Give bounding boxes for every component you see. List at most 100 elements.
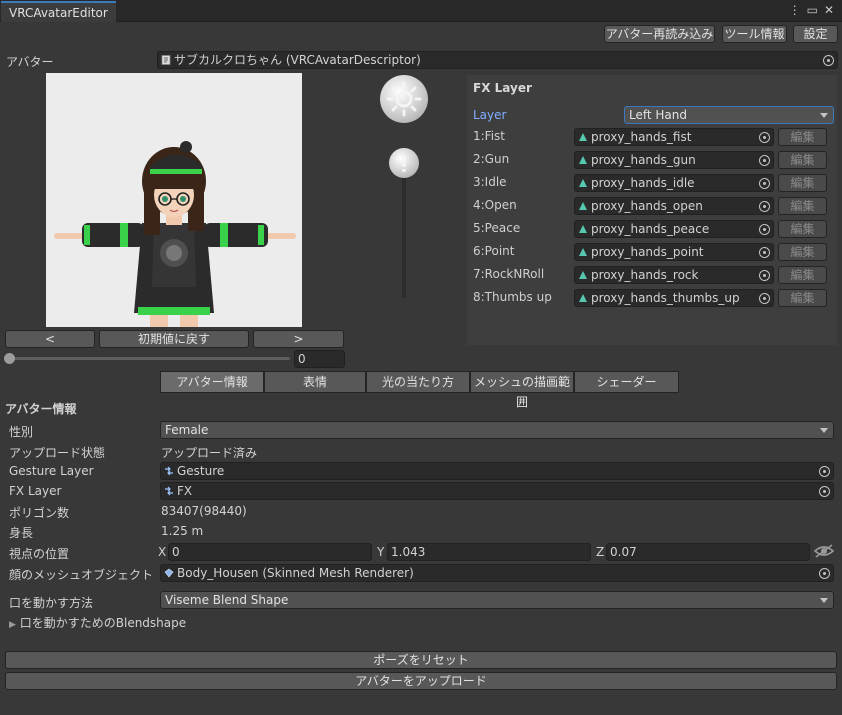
fx-row-animation-field[interactable]: proxy_hands_rock (574, 266, 774, 284)
avatar-preview[interactable] (46, 73, 302, 327)
exclamation-icon (402, 155, 406, 172)
face-mesh-field[interactable]: Body_Housen (Skinned Mesh Renderer) (160, 564, 834, 582)
upload-status-label: アップロード状態 (9, 446, 106, 460)
fx-row-animation-value: proxy_hands_rock (591, 268, 699, 282)
object-picker-icon[interactable] (759, 270, 770, 281)
light-direction-control[interactable] (380, 75, 428, 123)
prev-button[interactable]: < (5, 330, 95, 348)
animation-clip-icon (579, 179, 587, 187)
object-picker-icon[interactable] (759, 132, 770, 143)
fx-row-edit-button[interactable]: 編集 (778, 197, 827, 215)
close-icon[interactable]: ✕ (824, 3, 834, 17)
tab-avatar-info[interactable]: アバター情報 (160, 371, 264, 393)
fx-row-animation-value: proxy_hands_gun (591, 153, 696, 167)
more-options-icon[interactable]: ⋮ (789, 3, 801, 17)
fx-layer-field-value: FX (177, 484, 193, 498)
animation-clip-icon (579, 271, 587, 279)
chevron-right-icon: ▶ (9, 620, 16, 630)
fx-row-animation-field[interactable]: proxy_hands_fist (574, 128, 774, 146)
animation-clip-icon (579, 202, 587, 210)
avatar-image (54, 141, 296, 327)
tab-lighting[interactable]: 光の当たり方 (366, 371, 470, 393)
fx-row-label: 6:Point (473, 244, 515, 258)
fx-row-label: 4:Open (473, 198, 517, 212)
preview-slider-thumb[interactable] (4, 353, 15, 364)
avatar-object-value: サブカルクロちゃん (VRCAvatarDescriptor) (174, 53, 421, 67)
fx-row-animation-value: proxy_hands_thumbs_up (591, 291, 740, 305)
fx-row-edit-button[interactable]: 編集 (778, 243, 827, 261)
eye-hidden-icon[interactable] (813, 543, 835, 559)
fx-row-edit-button[interactable]: 編集 (778, 220, 827, 238)
fx-row-animation-field[interactable]: proxy_hands_thumbs_up (574, 289, 774, 307)
avatar-object-field[interactable]: サブカルクロちゃん (VRCAvatarDescriptor) (157, 51, 838, 69)
gender-label: 性別 (9, 425, 34, 439)
polygon-value: 83407(98440) (161, 504, 247, 518)
fx-row-label: 7:RockNRoll (473, 267, 545, 281)
vertical-slider-track[interactable] (402, 164, 406, 298)
fx-row-animation-field[interactable]: proxy_hands_idle (574, 174, 774, 192)
fx-row-animation-field[interactable]: proxy_hands_peace (574, 220, 774, 238)
script-icon (161, 55, 171, 65)
object-picker-icon[interactable] (759, 247, 770, 258)
preview-slider-track[interactable] (8, 357, 290, 360)
reset-pose-button[interactable]: ポーズをリセット (5, 651, 837, 669)
reload-avatar-button[interactable]: アバター再読み込み (604, 25, 715, 43)
gesture-layer-label: Gesture Layer (9, 464, 94, 478)
window-tab[interactable]: VRCAvatarEditor (1, 1, 116, 22)
fx-row-animation-value: proxy_hands_peace (591, 222, 710, 236)
next-button[interactable]: > (253, 330, 344, 348)
gender-value: Female (165, 423, 209, 437)
fx-row-label: 1:Fist (473, 129, 505, 143)
fx-row-animation-field[interactable]: proxy_hands_open (574, 197, 774, 215)
chevron-down-icon (820, 113, 828, 118)
gender-dropdown[interactable]: Female (160, 421, 834, 439)
preview-slider-value[interactable]: 0 (294, 350, 345, 368)
vertical-slider-thumb[interactable] (389, 148, 419, 178)
settings-button[interactable]: 設定 (793, 25, 838, 43)
title-bar (0, 0, 842, 22)
upload-avatar-button[interactable]: アバターをアップロード (5, 672, 837, 690)
fx-row-edit-button[interactable]: 編集 (778, 151, 827, 169)
animation-clip-icon (579, 294, 587, 302)
gesture-layer-field[interactable]: Gesture (160, 462, 834, 480)
blendshape-foldout[interactable]: ▶ 口を動かすためのBlendshape (9, 614, 186, 631)
viewpoint-y-field[interactable]: 1.043 (387, 543, 591, 561)
object-picker-icon[interactable] (759, 224, 770, 235)
fx-panel-title: FX Layer (473, 81, 532, 95)
fx-row-edit-button[interactable]: 編集 (778, 289, 827, 307)
object-picker-icon[interactable] (759, 201, 770, 212)
object-picker-icon[interactable] (759, 155, 770, 166)
fx-row-animation-field[interactable]: proxy_hands_gun (574, 151, 774, 169)
viewpoint-label: 視点の位置 (9, 547, 70, 561)
lipsync-value: Viseme Blend Shape (165, 593, 289, 607)
gesture-layer-value: Gesture (177, 464, 225, 478)
tool-info-button[interactable]: ツール情報 (722, 25, 787, 43)
maximize-icon[interactable]: ▭ (807, 3, 818, 17)
fx-layer-dropdown[interactable]: Left Hand (624, 106, 834, 124)
tab-expressions[interactable]: 表情 (264, 371, 366, 393)
object-picker-icon[interactable] (759, 178, 770, 189)
fx-row-animation-field[interactable]: proxy_hands_point (574, 243, 774, 261)
object-picker-icon[interactable] (819, 486, 830, 497)
animation-clip-icon (579, 248, 587, 256)
object-picker-icon[interactable] (823, 55, 834, 66)
tab-mesh-bounds[interactable]: メッシュの描画範囲 (470, 371, 574, 409)
object-picker-icon[interactable] (819, 466, 830, 477)
fx-layer-label: Layer (473, 108, 507, 122)
fx-row-edit-button[interactable]: 編集 (778, 128, 827, 146)
chevron-down-icon (820, 428, 828, 433)
fx-row-edit-button[interactable]: 編集 (778, 266, 827, 284)
tab-shader[interactable]: シェーダー (574, 371, 679, 393)
fx-row-animation-value: proxy_hands_point (591, 245, 704, 259)
object-picker-icon[interactable] (819, 568, 830, 579)
fx-row-edit-button[interactable]: 編集 (778, 174, 827, 192)
viewpoint-x-field[interactable]: 0 (168, 543, 372, 561)
viewpoint-z-field[interactable]: 0.07 (606, 543, 810, 561)
avatar-info-title: アバター情報 (5, 402, 77, 416)
reset-default-button[interactable]: 初期値に戻す (99, 330, 249, 348)
fx-row-label: 2:Gun (473, 152, 510, 166)
fx-layer-field[interactable]: FX (160, 482, 834, 500)
lipsync-dropdown[interactable]: Viseme Blend Shape (160, 591, 834, 609)
object-picker-icon[interactable] (759, 293, 770, 304)
face-mesh-value: Body_Housen (Skinned Mesh Renderer) (177, 566, 414, 580)
